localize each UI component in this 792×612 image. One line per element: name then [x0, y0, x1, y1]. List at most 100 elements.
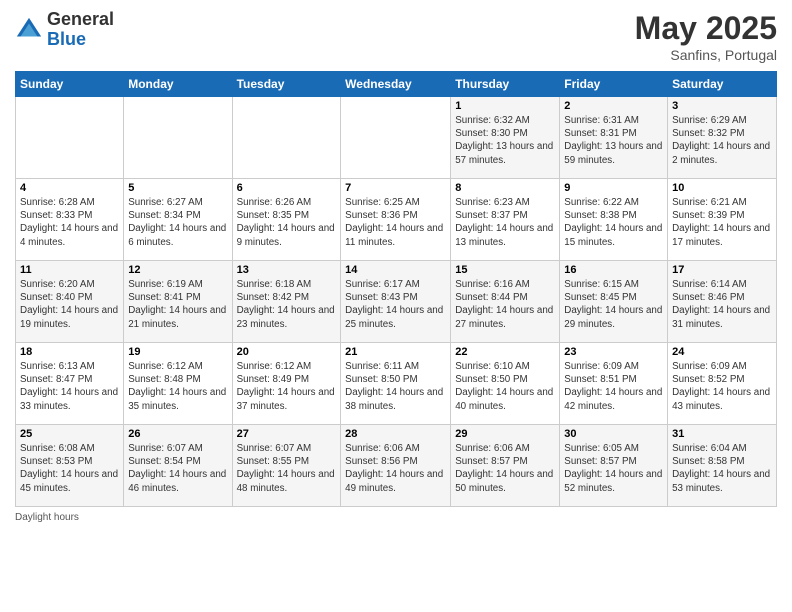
day-number: 15: [455, 264, 555, 276]
day-info: Sunrise: 6:27 AM Sunset: 8:34 PM Dayligh…: [128, 196, 227, 249]
day-cell: 17Sunrise: 6:14 AM Sunset: 8:46 PM Dayli…: [668, 261, 777, 343]
logo-blue: Blue: [47, 30, 114, 50]
day-cell: [341, 97, 451, 179]
col-saturday: Saturday: [668, 72, 777, 97]
day-cell: 29 Sunrise: 6:06 AM Sunset: 8:57 PM Dayli…: [451, 425, 560, 507]
day-cell: [16, 97, 124, 179]
day-number: 4: [20, 182, 119, 194]
day-number: 17: [672, 264, 772, 276]
col-monday: Monday: [124, 72, 232, 97]
day-cell: 2 Sunrise: 6:31 AM Sunset: 8:31 PM Daylig…: [560, 97, 668, 179]
day-cell: 31 Sunrise: 6:04 AM Sunset: 8:58 PM Dayli…: [668, 425, 777, 507]
day-info: Sunrise: 6:06 AM Sunset: 8:57 PM Dayligh…: [455, 442, 555, 495]
day-info: Sunrise: 6:08 AM Sunset: 8:53 PM Dayligh…: [20, 442, 119, 495]
col-tuesday: Tuesday: [232, 72, 341, 97]
day-info: Sunrise: 6:04 AM Sunset: 8:58 PM Dayligh…: [672, 442, 772, 495]
day-info: Sunrise: 6:07 AM Sunset: 8:55 PM Dayligh…: [237, 442, 337, 495]
day-cell: 21Sunrise: 6:11 AM Sunset: 8:50 PM Dayli…: [341, 343, 451, 425]
day-cell: 14 Sunrise: 6:17 AM Sunset: 8:43 PM Dayli…: [341, 261, 451, 343]
day-cell: 28 Sunrise: 6:06 AM Sunset: 8:56 PM Dayli…: [341, 425, 451, 507]
day-number: 21: [345, 346, 446, 358]
day-cell: 11 Sunrise: 6:20 AM Sunset: 8:40 PM Dayli…: [16, 261, 124, 343]
day-number: 10: [672, 182, 772, 194]
daylight-label: Daylight hours: [15, 512, 79, 523]
day-number: 25: [20, 428, 119, 440]
day-number: 29: [455, 428, 555, 440]
day-info: Sunrise: 6:17 AM Sunset: 8:43 PM Dayligh…: [345, 278, 446, 331]
week-row-3: 18 Sunrise: 6:13 AM Sunset: 8:47 PM Dayli…: [16, 343, 777, 425]
day-cell: 12Sunrise: 6:19 AM Sunset: 8:41 PM Dayli…: [124, 261, 232, 343]
week-row-4: 25 Sunrise: 6:08 AM Sunset: 8:53 PM Dayli…: [16, 425, 777, 507]
location: Sanfins, Portugal: [635, 47, 777, 63]
week-row-2: 11 Sunrise: 6:20 AM Sunset: 8:40 PM Dayli…: [16, 261, 777, 343]
day-cell: 30 Sunrise: 6:05 AM Sunset: 8:57 PM Dayli…: [560, 425, 668, 507]
day-cell: [124, 97, 232, 179]
day-cell: 4 Sunrise: 6:28 AM Sunset: 8:33 PM Daylig…: [16, 179, 124, 261]
col-wednesday: Wednesday: [341, 72, 451, 97]
day-number: 20: [237, 346, 337, 358]
day-info: Sunrise: 6:05 AM Sunset: 8:57 PM Dayligh…: [564, 442, 663, 495]
day-number: 26: [128, 428, 227, 440]
day-cell: 6Sunrise: 6:26 AM Sunset: 8:35 PM Daylig…: [232, 179, 341, 261]
day-info: Sunrise: 6:28 AM Sunset: 8:33 PM Dayligh…: [20, 196, 119, 249]
day-info: Sunrise: 6:06 AM Sunset: 8:56 PM Dayligh…: [345, 442, 446, 495]
day-cell: 23Sunrise: 6:09 AM Sunset: 8:51 PM Dayli…: [560, 343, 668, 425]
day-info: Sunrise: 6:07 AM Sunset: 8:54 PM Dayligh…: [128, 442, 227, 495]
day-number: 13: [237, 264, 337, 276]
col-friday: Friday: [560, 72, 668, 97]
month-title: May 2025: [635, 10, 777, 47]
day-number: 18: [20, 346, 119, 358]
day-number: 23: [564, 346, 663, 358]
day-number: 3: [672, 100, 772, 112]
day-number: 22: [455, 346, 555, 358]
logo-icon: [15, 16, 43, 44]
day-cell: 8Sunrise: 6:23 AM Sunset: 8:37 PM Daylig…: [451, 179, 560, 261]
logo: General Blue: [15, 10, 114, 50]
day-cell: 26 Sunrise: 6:07 AM Sunset: 8:54 PM Dayli…: [124, 425, 232, 507]
day-number: 27: [237, 428, 337, 440]
day-number: 24: [672, 346, 772, 358]
day-info: Sunrise: 6:12 AM Sunset: 8:49 PM Dayligh…: [237, 360, 337, 413]
logo-text: General Blue: [47, 10, 114, 50]
week-row-0: 1 Sunrise: 6:32 AM Sunset: 8:30 PM Daylig…: [16, 97, 777, 179]
day-info: Sunrise: 6:29 AM Sunset: 8:32 PM Dayligh…: [672, 114, 772, 167]
day-info: Sunrise: 6:10 AM Sunset: 8:50 PM Dayligh…: [455, 360, 555, 413]
day-info: Sunrise: 6:13 AM Sunset: 8:47 PM Dayligh…: [20, 360, 119, 413]
day-cell: [232, 97, 341, 179]
day-number: 5: [128, 182, 227, 194]
day-info: Sunrise: 6:20 AM Sunset: 8:40 PM Dayligh…: [20, 278, 119, 331]
day-cell: 22 Sunrise: 6:10 AM Sunset: 8:50 PM Dayli…: [451, 343, 560, 425]
day-cell: 24 Sunrise: 6:09 AM Sunset: 8:52 PM Dayli…: [668, 343, 777, 425]
day-number: 2: [564, 100, 663, 112]
day-cell: 5 Sunrise: 6:27 AM Sunset: 8:34 PM Daylig…: [124, 179, 232, 261]
day-cell: 25 Sunrise: 6:08 AM Sunset: 8:53 PM Dayli…: [16, 425, 124, 507]
day-number: 1: [455, 100, 555, 112]
day-info: Sunrise: 6:16 AM Sunset: 8:44 PM Dayligh…: [455, 278, 555, 331]
day-info: Sunrise: 6:32 AM Sunset: 8:30 PM Dayligh…: [455, 114, 555, 167]
day-cell: 3 Sunrise: 6:29 AM Sunset: 8:32 PM Daylig…: [668, 97, 777, 179]
day-number: 31: [672, 428, 772, 440]
day-cell: 7Sunrise: 6:25 AM Sunset: 8:36 PM Daylig…: [341, 179, 451, 261]
day-info: Sunrise: 6:12 AM Sunset: 8:48 PM Dayligh…: [128, 360, 227, 413]
day-number: 11: [20, 264, 119, 276]
col-sunday: Sunday: [16, 72, 124, 97]
day-info: Sunrise: 6:09 AM Sunset: 8:52 PM Dayligh…: [672, 360, 772, 413]
day-info: Sunrise: 6:26 AM Sunset: 8:35 PM Dayligh…: [237, 196, 337, 249]
page: General Blue May 2025 Sanfins, Portugal …: [0, 0, 792, 612]
day-info: Sunrise: 6:15 AM Sunset: 8:45 PM Dayligh…: [564, 278, 663, 331]
day-cell: 18 Sunrise: 6:13 AM Sunset: 8:47 PM Dayli…: [16, 343, 124, 425]
day-number: 12: [128, 264, 227, 276]
day-number: 9: [564, 182, 663, 194]
day-info: Sunrise: 6:22 AM Sunset: 8:38 PM Dayligh…: [564, 196, 663, 249]
day-cell: 16 Sunrise: 6:15 AM Sunset: 8:45 PM Dayli…: [560, 261, 668, 343]
day-cell: 1 Sunrise: 6:32 AM Sunset: 8:30 PM Daylig…: [451, 97, 560, 179]
day-cell: 10Sunrise: 6:21 AM Sunset: 8:39 PM Dayli…: [668, 179, 777, 261]
day-cell: 15 Sunrise: 6:16 AM Sunset: 8:44 PM Dayli…: [451, 261, 560, 343]
day-number: 28: [345, 428, 446, 440]
logo-general: General: [47, 10, 114, 30]
day-number: 30: [564, 428, 663, 440]
day-info: Sunrise: 6:18 AM Sunset: 8:42 PM Dayligh…: [237, 278, 337, 331]
day-info: Sunrise: 6:31 AM Sunset: 8:31 PM Dayligh…: [564, 114, 663, 167]
day-number: 14: [345, 264, 446, 276]
day-number: 16: [564, 264, 663, 276]
